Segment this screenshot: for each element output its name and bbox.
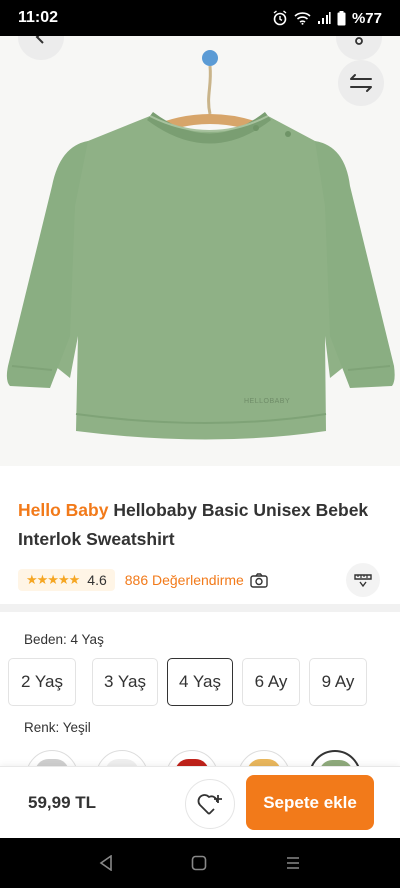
brand-link[interactable]: Hello Baby bbox=[18, 500, 108, 520]
reviews-count: 886 Değerlendirme bbox=[124, 572, 244, 588]
color-swatch[interactable] bbox=[166, 750, 218, 766]
size-option-selected[interactable]: 4 Yaş bbox=[167, 658, 233, 706]
wifi-icon bbox=[294, 12, 311, 25]
size-selector[interactable]: 2 Yaş 3 Yaş 4 Yaş 6 Ay 9 Ay bbox=[0, 658, 400, 708]
nav-back-icon[interactable] bbox=[99, 855, 113, 871]
product-image-gallery[interactable]: HELLOBABY bbox=[0, 36, 400, 466]
size-chart-button[interactable] bbox=[346, 563, 380, 597]
heart-plus-icon bbox=[197, 794, 222, 815]
product-photo bbox=[6, 50, 395, 440]
nav-recents-icon[interactable] bbox=[285, 856, 301, 870]
garment-label: HELLOBABY bbox=[244, 398, 291, 405]
status-icons: %77 bbox=[272, 10, 382, 27]
color-swatch[interactable] bbox=[26, 750, 78, 766]
rating-row[interactable]: ★★★★★ 4.6 886 Değerlendirme bbox=[18, 566, 382, 594]
status-time: 11:02 bbox=[18, 9, 59, 26]
color-swatch-selected[interactable] bbox=[309, 750, 361, 766]
price: 59,99 TL bbox=[28, 793, 97, 812]
purchase-bar: 59,99 TL Sepete ekle bbox=[0, 766, 400, 838]
size-label: Beden: 4 Yaş bbox=[24, 632, 104, 647]
status-bar: 11:02 %77 bbox=[0, 0, 400, 36]
camera-icon bbox=[250, 572, 268, 588]
battery-icon bbox=[337, 10, 346, 25]
nav-home-icon[interactable] bbox=[191, 855, 207, 871]
size-option[interactable]: 6 Ay bbox=[242, 658, 300, 706]
size-option[interactable]: 9 Ay bbox=[309, 658, 367, 706]
star-rating-icon: ★★★★★ bbox=[26, 572, 80, 587]
measuring-tape-icon bbox=[354, 574, 372, 588]
product-info: Hello Baby Hellobaby Basic Unisex Bebek … bbox=[0, 466, 400, 602]
color-label: Renk: Yeşil bbox=[24, 720, 91, 735]
color-swatch[interactable] bbox=[96, 750, 148, 766]
rating-badge: ★★★★★ 4.6 bbox=[18, 569, 115, 591]
color-swatch[interactable] bbox=[238, 750, 290, 766]
add-to-cart-button[interactable]: Sepete ekle bbox=[246, 775, 374, 830]
reviews-link[interactable]: 886 Değerlendirme bbox=[125, 572, 268, 588]
section-divider bbox=[0, 604, 400, 612]
color-selector[interactable] bbox=[0, 746, 400, 766]
favorite-button[interactable] bbox=[185, 779, 235, 829]
product-title: Hello Baby Hellobaby Basic Unisex Bebek … bbox=[18, 496, 382, 554]
size-option[interactable]: 2 Yaş bbox=[8, 658, 76, 706]
battery-level: %77 bbox=[351, 9, 382, 27]
alarm-icon bbox=[273, 10, 287, 26]
signal-icon bbox=[317, 12, 331, 24]
size-option[interactable]: 3 Yaş bbox=[92, 658, 158, 706]
system-nav-bar bbox=[0, 838, 400, 888]
rating-score: 4.6 bbox=[87, 572, 107, 588]
